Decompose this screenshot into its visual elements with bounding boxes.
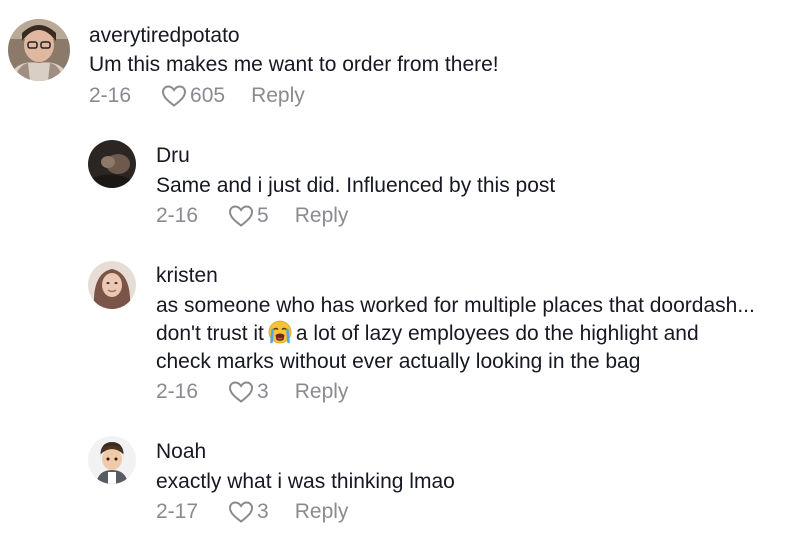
comment-date: 2-16 (156, 204, 199, 227)
like-count: 605 (190, 84, 226, 107)
comment-averytiredpotato: averytiredpotato Um this makes me want t… (0, 0, 800, 120)
user-photo-icon (88, 436, 136, 484)
like-count: 3 (257, 380, 269, 403)
comment-kristen: kristen as someone who has worked for mu… (0, 250, 800, 420)
comment-date: 2-17 (156, 500, 199, 523)
comment-date: 2-16 (156, 380, 199, 403)
like-count: 3 (257, 500, 269, 523)
like-button[interactable]: 3 (228, 380, 269, 404)
reply-button[interactable]: Reply (251, 84, 305, 108)
comment-meta: 2-16 3 Reply (156, 379, 348, 405)
comment-text-segment: a lot of lazy employees do the highlight… (295, 322, 699, 345)
comment-username[interactable]: kristen (156, 264, 218, 288)
user-photo-icon (88, 261, 136, 309)
avatar[interactable] (88, 140, 136, 188)
avatar[interactable] (88, 436, 136, 484)
loudly-crying-face-icon (268, 320, 292, 344)
heart-icon (229, 205, 254, 227)
comment-text: don't trust it a lot of lazy employees d… (156, 320, 699, 348)
avatar[interactable] (88, 261, 136, 309)
comment-date: 2-16 (89, 84, 132, 107)
like-button[interactable]: 3 (228, 500, 269, 524)
comment-username[interactable]: averytiredpotato (89, 24, 240, 48)
comment-username[interactable]: Noah (156, 440, 206, 464)
comment-username[interactable]: Dru (156, 144, 190, 168)
heart-icon (229, 501, 254, 523)
comment-text: Same and i just did. Influenced by this … (156, 174, 556, 197)
comment-noah: Noah exactly what i was thinking lmao 2-… (0, 426, 800, 536)
reply-button[interactable]: Reply (295, 204, 349, 228)
comment-text: exactly what i was thinking lmao (156, 470, 455, 493)
user-photo-icon (88, 140, 136, 188)
heart-icon (162, 85, 187, 107)
comment-text: check marks without ever actually lookin… (156, 350, 641, 373)
comment-text: Um this makes me want to order from ther… (89, 53, 499, 76)
user-photo-icon (8, 19, 70, 81)
avatar[interactable] (8, 19, 70, 81)
comment-meta: 2-17 3 Reply (156, 499, 348, 525)
comment-dru: Dru Same and i just did. Influenced by t… (0, 130, 800, 240)
reply-button[interactable]: Reply (295, 380, 349, 404)
comment-meta: 2-16 5 Reply (156, 203, 348, 229)
like-count: 5 (257, 204, 269, 227)
comment-text-segment: don't trust it (156, 322, 264, 345)
comment-meta: 2-16 605 Reply (89, 83, 305, 109)
reply-button[interactable]: Reply (295, 500, 349, 524)
heart-icon (229, 381, 254, 403)
like-button[interactable]: 605 (161, 84, 225, 108)
comment-text: as someone who has worked for multiple p… (156, 294, 755, 317)
like-button[interactable]: 5 (228, 204, 269, 228)
